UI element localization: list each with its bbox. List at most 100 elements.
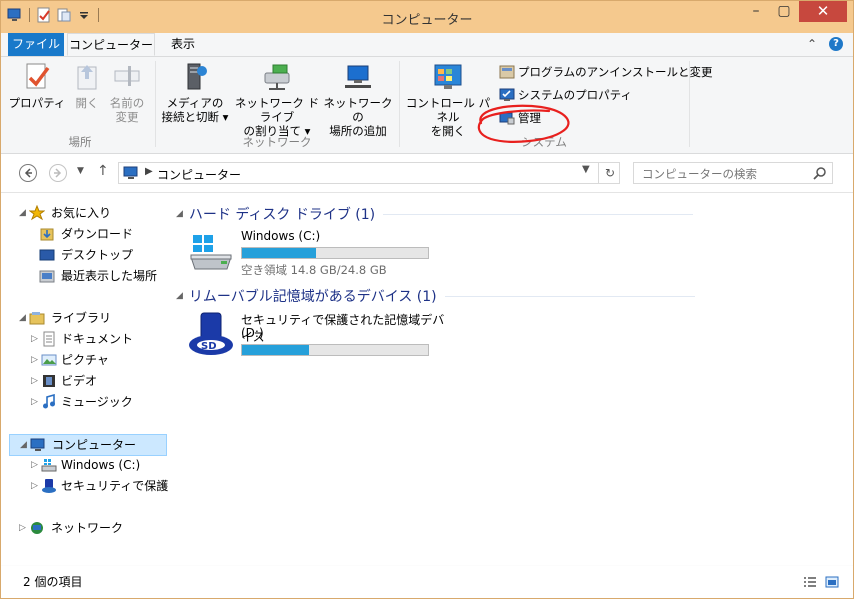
drive-usage-fill bbox=[242, 248, 317, 258]
ribbon-collapse-icon[interactable]: ⌃ bbox=[805, 37, 819, 51]
manage-link[interactable]: 管理 bbox=[499, 109, 541, 127]
open-icon bbox=[77, 65, 97, 90]
properties-button[interactable]: プロパティ bbox=[7, 61, 67, 110]
add-network-location-button[interactable]: ネットワークの 場所の追加 bbox=[323, 61, 393, 138]
collapsed-arrow-icon[interactable]: ▷ bbox=[31, 371, 38, 391]
uninstall-icon bbox=[499, 65, 515, 79]
music-icon bbox=[43, 394, 55, 409]
content-pane: ◢ ハード ディスク ドライブ (1) Windows (C:) 空き領域 14… bbox=[169, 193, 853, 565]
collapsed-arrow-icon[interactable]: ▷ bbox=[31, 350, 38, 370]
nav-computer[interactable]: ◢ コンピューター bbox=[9, 434, 167, 456]
nav-secure-storage[interactable]: ▷ セキュリティで保護され bbox=[1, 476, 169, 496]
map-network-drive-button[interactable]: ネットワーク ドライブ の割り当て ▾ bbox=[231, 61, 323, 138]
breadcrumb-chevron-icon[interactable]: ▶ bbox=[145, 166, 153, 177]
collapsed-arrow-icon[interactable]: ▷ bbox=[31, 455, 38, 475]
close-button[interactable]: ✕ bbox=[799, 1, 847, 22]
network-icon bbox=[31, 522, 43, 534]
tab-file[interactable]: ファイル bbox=[8, 33, 64, 56]
computer-icon bbox=[123, 166, 138, 179]
minimize-button[interactable]: – bbox=[743, 1, 769, 22]
explorer-window: コンピューター – ▢ ✕ ファイル コンピューター 表示 ⌃ ? プロパティ bbox=[0, 0, 854, 599]
nav-music[interactable]: ▷ ミュージック bbox=[1, 392, 169, 412]
drive-usage-bar bbox=[241, 247, 429, 259]
collapsed-arrow-icon[interactable]: ▷ bbox=[31, 476, 38, 496]
open-button[interactable]: 開く bbox=[67, 61, 107, 110]
expanded-arrow-icon[interactable]: ◢ bbox=[19, 308, 26, 328]
collapsed-arrow-icon[interactable]: ▷ bbox=[31, 329, 38, 349]
expanded-arrow-icon[interactable]: ◢ bbox=[20, 435, 27, 455]
expanded-arrow-icon[interactable]: ◢ bbox=[176, 291, 183, 301]
system-properties-icon bbox=[499, 88, 515, 101]
drive-name-line2: (D:) bbox=[241, 326, 264, 340]
desktop-icon bbox=[39, 249, 55, 261]
computer-icon bbox=[30, 438, 45, 451]
recent-places-icon bbox=[39, 270, 55, 283]
help-icon[interactable]: ? bbox=[829, 37, 843, 51]
search-input[interactable] bbox=[640, 165, 804, 183]
drive-icon bbox=[41, 459, 57, 472]
group-separator bbox=[399, 61, 400, 147]
group-separator bbox=[689, 61, 690, 147]
group-header-hard-drives[interactable]: ◢ ハード ディスク ドライブ (1) bbox=[176, 204, 694, 224]
nav-downloads[interactable]: ダウンロード bbox=[1, 224, 169, 244]
star-icon bbox=[29, 205, 45, 221]
group-separator bbox=[155, 61, 156, 147]
system-properties-link[interactable]: システムのプロパティ bbox=[499, 86, 632, 104]
svg-text:SD: SD bbox=[201, 341, 217, 352]
collapsed-arrow-icon[interactable]: ▷ bbox=[19, 518, 26, 538]
rename-icon bbox=[114, 66, 140, 86]
nav-recent-places[interactable]: 最近表示した場所 bbox=[1, 266, 169, 286]
drive-usage-bar bbox=[241, 344, 429, 356]
group-label-location: 場所 bbox=[68, 135, 92, 149]
control-panel-button[interactable]: コントロール パネル を開く bbox=[401, 61, 495, 138]
drive-item-d[interactable]: SD セキュリティで保護された記憶域デバイス (D:) bbox=[185, 311, 455, 361]
group-header-removable[interactable]: ◢ リムーバブル記憶域があるデバイス (1) bbox=[176, 286, 695, 306]
back-button[interactable] bbox=[18, 163, 38, 183]
title-bar: コンピューター – ▢ ✕ bbox=[1, 1, 853, 33]
tab-view[interactable]: 表示 bbox=[159, 33, 207, 56]
nav-desktop[interactable]: デスクトップ bbox=[1, 245, 169, 265]
nav-videos[interactable]: ▷ ビデオ bbox=[1, 371, 169, 391]
media-connect-button[interactable]: メディアの 接続と切断 ▾ bbox=[159, 61, 231, 124]
tab-computer[interactable]: コンピューター bbox=[67, 33, 155, 56]
window-title: コンピューター bbox=[381, 13, 473, 28]
maximize-button[interactable]: ▢ bbox=[771, 1, 797, 22]
secure-storage-icon bbox=[42, 479, 56, 493]
refresh-button[interactable]: ↻ bbox=[598, 162, 621, 184]
nav-favorites[interactable]: ◢ お気に入り bbox=[1, 203, 169, 223]
navigation-pane: ◢ お気に入り ダウンロード デスクトップ 最近表示した場所 ◢ ライブラリ ▷… bbox=[1, 193, 169, 565]
nav-network[interactable]: ▷ ネットワーク bbox=[1, 518, 169, 538]
expanded-arrow-icon[interactable]: ◢ bbox=[176, 209, 183, 219]
drive-name: Windows (C:) bbox=[241, 229, 321, 243]
nav-pictures[interactable]: ▷ ピクチャ bbox=[1, 350, 169, 370]
expanded-arrow-icon[interactable]: ◢ bbox=[19, 203, 26, 223]
drive-name-line1: セキュリティで保護された記憶域デバイス bbox=[241, 313, 445, 344]
address-bar[interactable]: ▶ コンピューター bbox=[118, 162, 620, 184]
control-panel-icon bbox=[434, 64, 462, 89]
downloads-folder-icon bbox=[40, 228, 54, 241]
search-icon[interactable] bbox=[813, 166, 827, 180]
network-drive-icon bbox=[264, 64, 290, 90]
videos-icon bbox=[43, 375, 55, 387]
rename-button[interactable]: 名前の 変更 bbox=[105, 61, 149, 124]
uninstall-program-link[interactable]: プログラムのアンインストールと変更 bbox=[499, 63, 712, 81]
nav-documents[interactable]: ▷ ドキュメント bbox=[1, 329, 169, 349]
windows-drive-icon bbox=[190, 235, 232, 270]
nav-libraries[interactable]: ◢ ライブラリ bbox=[1, 308, 169, 328]
up-button[interactable]: ↑ bbox=[97, 163, 109, 179]
ribbon: プロパティ 開く 名前の 変更 場所 メディアの 接続と切断 ▾ ネットワーク … bbox=[1, 57, 853, 154]
ribbon-tab-bar: ファイル コンピューター 表示 ⌃ ? bbox=[1, 33, 853, 57]
nav-windows-c[interactable]: ▷ Windows (C:) bbox=[1, 455, 169, 475]
breadcrumb-computer[interactable]: コンピューター bbox=[157, 166, 241, 183]
search-box[interactable] bbox=[633, 162, 833, 184]
recent-locations-dropdown[interactable]: ▼ bbox=[77, 166, 84, 176]
drive-usage-fill bbox=[242, 345, 309, 355]
forward-button[interactable] bbox=[48, 163, 68, 183]
collapsed-arrow-icon[interactable]: ▷ bbox=[31, 392, 38, 412]
secure-storage-icon: SD bbox=[189, 312, 233, 355]
large-icons-view-icon[interactable] bbox=[825, 575, 839, 589]
drive-item-c[interactable]: Windows (C:) 空き領域 14.8 GB/24.8 GB bbox=[185, 229, 435, 279]
details-view-icon[interactable] bbox=[803, 575, 817, 589]
address-history-dropdown[interactable]: ▼ bbox=[582, 164, 590, 175]
documents-icon bbox=[43, 331, 55, 347]
